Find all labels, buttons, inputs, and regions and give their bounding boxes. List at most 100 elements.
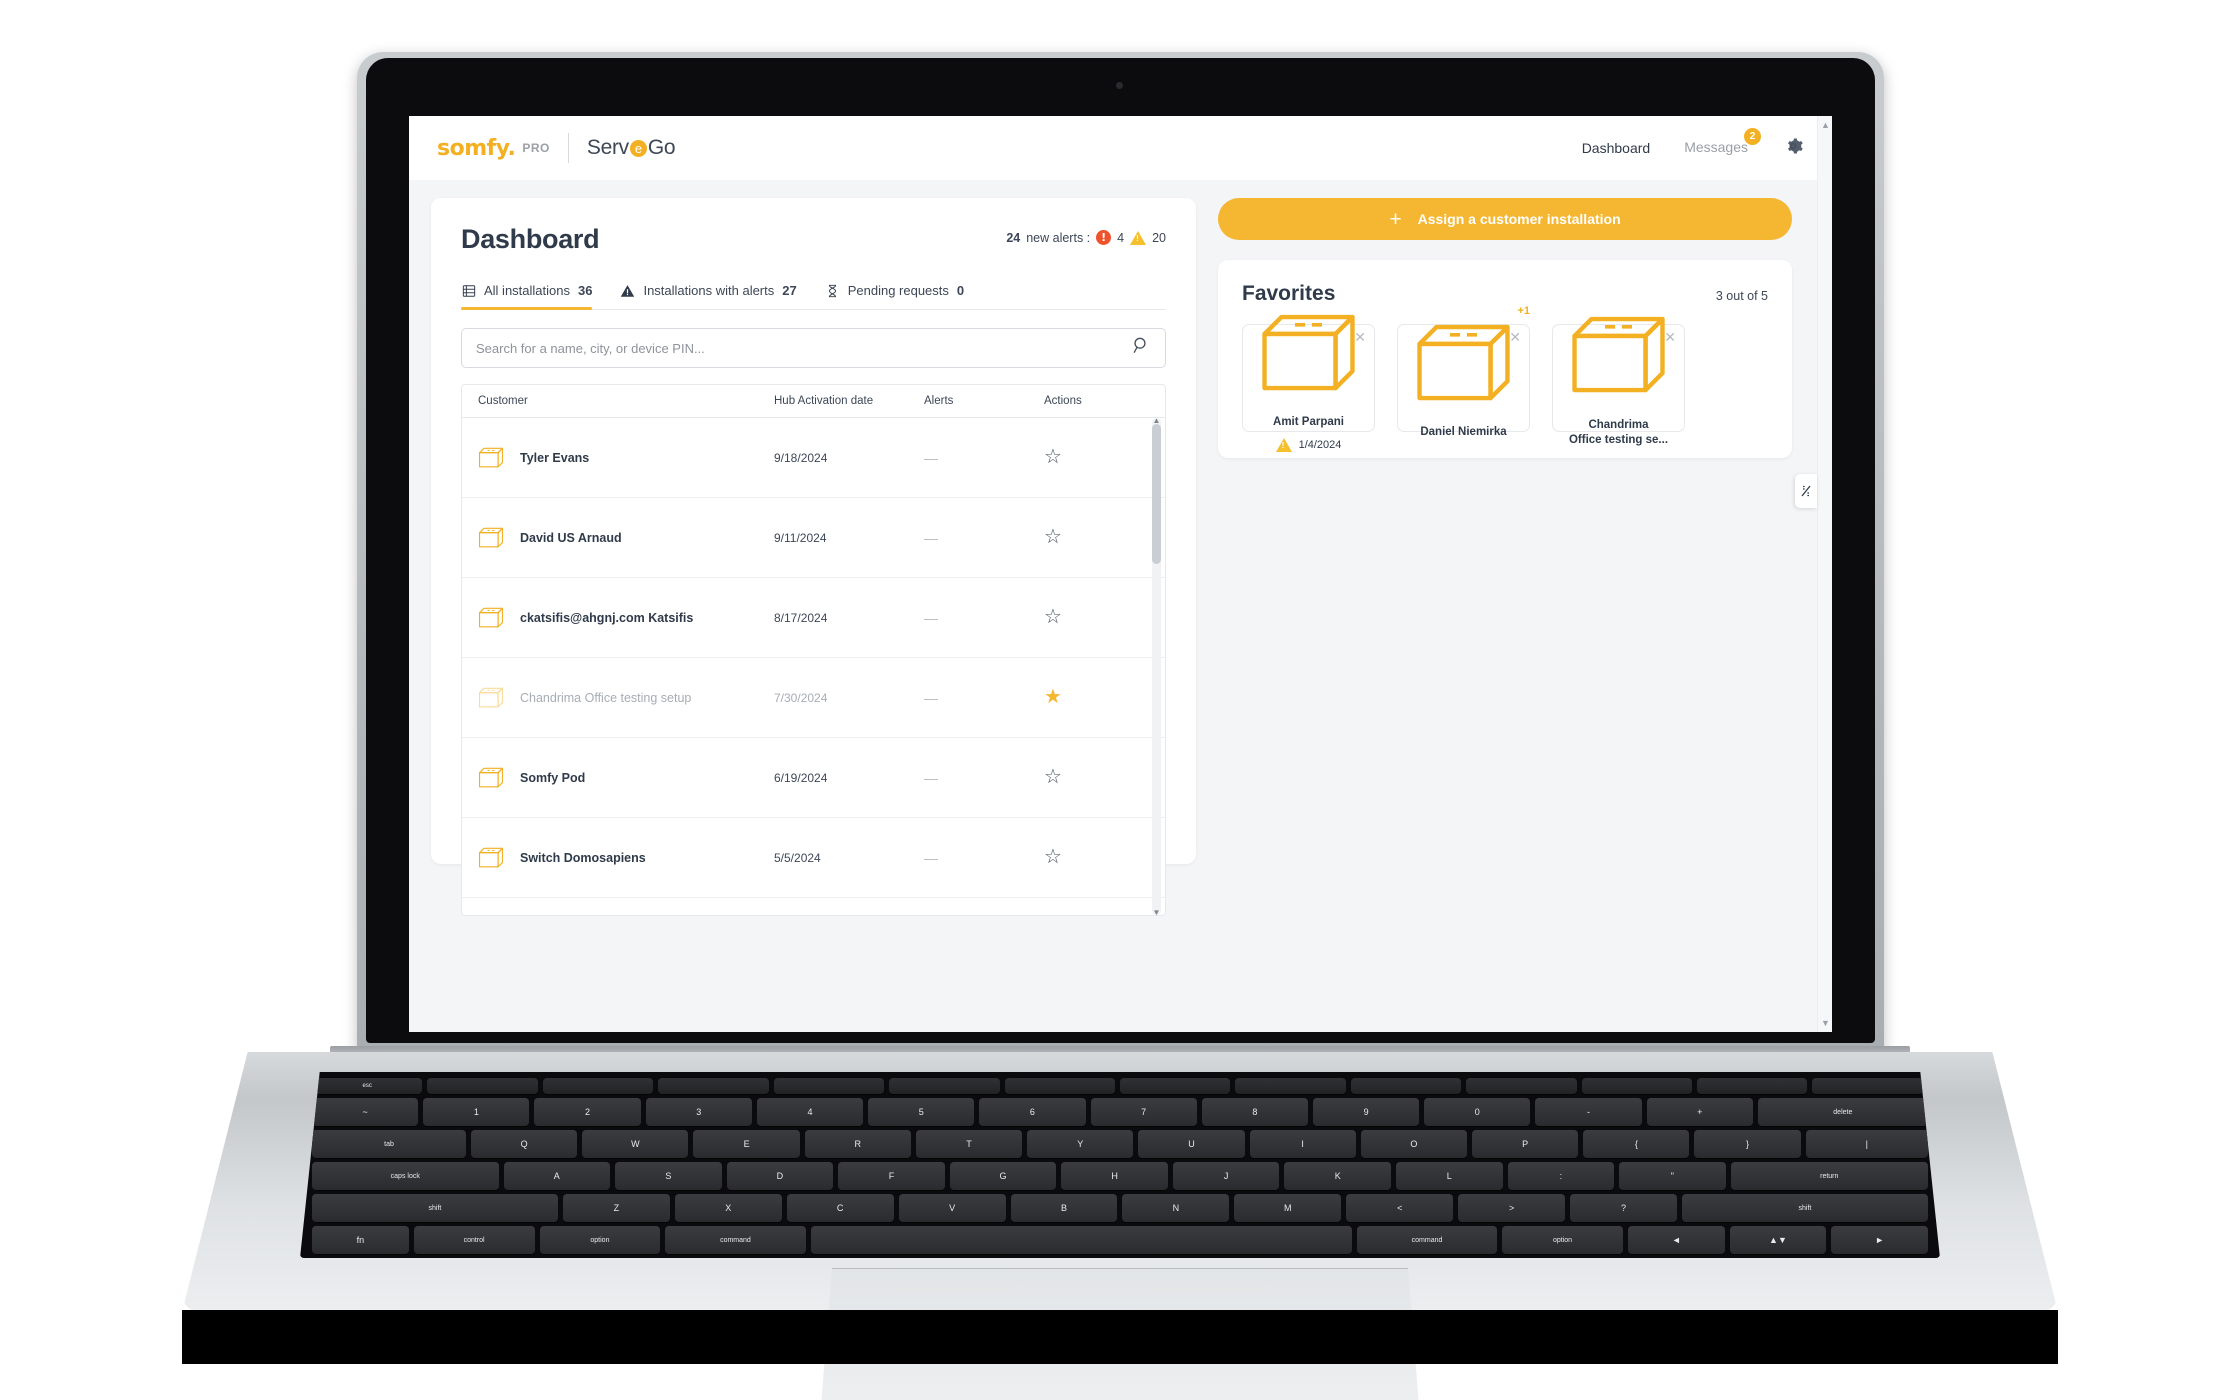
favorites-count: 3 out of 5 bbox=[1715, 289, 1768, 303]
gear-icon[interactable] bbox=[1782, 135, 1804, 162]
servego-pre: Serv bbox=[586, 136, 629, 159]
row-activation-date: 9/11/2024 bbox=[774, 530, 827, 545]
row-actions: ☆ bbox=[1044, 527, 1154, 548]
search-bar[interactable] bbox=[461, 328, 1166, 368]
key-option: option bbox=[539, 1226, 661, 1254]
messages-badge: 2 bbox=[1744, 128, 1761, 145]
table-row[interactable] bbox=[462, 898, 1165, 915]
row-activation-date: 9/18/2024 bbox=[774, 450, 828, 465]
page-scroll-down-arrow-icon[interactable]: ▼ bbox=[1818, 1018, 1832, 1028]
tab-installations-with-alerts[interactable]: Installations with alerts 27 bbox=[620, 283, 797, 309]
warning-alert-icon bbox=[1130, 230, 1147, 245]
row-customer-cell: Tyler Evans bbox=[462, 444, 774, 472]
assign-button-label: Assign a customer installation bbox=[1417, 211, 1621, 227]
row-actions: ☆ bbox=[1044, 767, 1154, 788]
table-row[interactable]: Chandrima Office testing setup 7/30/2024 —… bbox=[462, 658, 1165, 738]
favorite-star-icon[interactable]: ★ bbox=[1044, 686, 1062, 708]
scroll-down-arrow-icon[interactable]: ▼ bbox=[1152, 908, 1161, 915]
key-J: J bbox=[1172, 1162, 1280, 1190]
hub-device-icon bbox=[476, 604, 506, 632]
favorite-star-icon[interactable]: ☆ bbox=[1044, 606, 1062, 628]
key-V: V bbox=[898, 1194, 1006, 1222]
hub-device-icon bbox=[476, 444, 506, 472]
table-row[interactable]: David US Arnaud 9/11/2024 — ☆ bbox=[462, 498, 1165, 578]
top-navigation: Dashboard Messages 2 bbox=[1582, 128, 1804, 162]
hub-device-icon bbox=[476, 524, 506, 552]
scroll-up-arrow-icon[interactable]: ▲ bbox=[1152, 418, 1161, 425]
tab-all-installations-label: All installations bbox=[484, 283, 570, 298]
favorites-card: Favorites 3 out of 5 ✕Amit Parpani1/4/20… bbox=[1218, 260, 1792, 458]
hub-device-icon bbox=[476, 844, 506, 872]
page-scroll-up-arrow-icon[interactable]: ▲ bbox=[1818, 120, 1832, 130]
floating-widget-tab[interactable] bbox=[1795, 474, 1817, 508]
key-control: control bbox=[413, 1226, 535, 1254]
table-row[interactable]: Somfy Pod 6/19/2024 — ☆ bbox=[462, 738, 1165, 818]
servego-app: somfy. PRO Serv e Go Dashboard Messages 2 bbox=[409, 116, 1832, 1032]
favorite-star-icon[interactable]: ☆ bbox=[1044, 846, 1062, 868]
hub-device-icon bbox=[476, 684, 506, 712]
key-S: S bbox=[615, 1162, 722, 1190]
key-P: P bbox=[1472, 1130, 1579, 1158]
key-fn bbox=[1119, 1078, 1231, 1094]
favorite-star-icon[interactable]: ☆ bbox=[1044, 526, 1062, 548]
favorite-card-name: Daniel Niemirka bbox=[1420, 426, 1507, 439]
page-title: Dashboard bbox=[461, 224, 600, 254]
key-7: 7 bbox=[1090, 1098, 1197, 1126]
table-row[interactable]: ckatsifis@ahgnj.com Katsifis 8/17/2024 — ☆ bbox=[462, 578, 1165, 658]
alerts-summary: 24 new alerts : ! 4 20 bbox=[1006, 224, 1166, 245]
favorite-card-date: 1/4/2024 bbox=[1298, 438, 1342, 451]
row-customer-cell: Somfy Pod bbox=[462, 764, 774, 792]
nav-messages[interactable]: Messages bbox=[1684, 139, 1748, 155]
favorite-card[interactable]: ✕ Chandrima Office testing se... bbox=[1552, 317, 1685, 446]
tab-pending-requests[interactable]: Pending requests 0 bbox=[825, 283, 964, 309]
key-1: 1 bbox=[423, 1098, 530, 1126]
key-O: O bbox=[1360, 1130, 1467, 1158]
table-scrollbar[interactable]: ▲ ▼ bbox=[1152, 418, 1161, 915]
tab-all-installations-count: 36 bbox=[578, 283, 593, 298]
hourglass-icon bbox=[825, 283, 840, 298]
key-fn bbox=[1812, 1078, 1923, 1094]
key-:: : bbox=[1507, 1162, 1615, 1190]
key-command: command bbox=[1356, 1226, 1498, 1254]
key-fn bbox=[1350, 1078, 1462, 1094]
key-return: return bbox=[1730, 1162, 1928, 1190]
favorite-star-icon[interactable]: ☆ bbox=[1044, 766, 1062, 788]
search-input[interactable] bbox=[476, 340, 1132, 356]
critical-alert-count: 4 bbox=[1117, 230, 1125, 245]
favorite-card[interactable]: ✕ +1 Daniel Niemirka bbox=[1397, 305, 1530, 438]
assign-customer-installation-button[interactable]: + Assign a customer installation bbox=[1218, 198, 1792, 240]
column-header-customer: Customer bbox=[478, 395, 528, 407]
favorite-hub-wrap bbox=[1561, 303, 1676, 409]
card-header: Dashboard 24 new alerts : ! 4 20 bbox=[461, 224, 1166, 255]
key-D: D bbox=[726, 1162, 834, 1190]
key-fn bbox=[427, 1078, 538, 1094]
favorite-card[interactable]: ✕Amit Parpani1/4/2024 bbox=[1242, 314, 1375, 452]
key-N: N bbox=[1122, 1194, 1230, 1222]
tab-pending-requests-count: 0 bbox=[956, 283, 965, 298]
favorite-star-icon[interactable]: ☆ bbox=[1044, 446, 1062, 468]
favorite-hub-wrap bbox=[1251, 301, 1366, 407]
row-activation-date: 6/19/2024 bbox=[774, 770, 828, 785]
row-actions: ☆ bbox=[1044, 847, 1154, 868]
page-scrollbar[interactable]: ▲ ▼ bbox=[1817, 116, 1832, 1032]
laptop-screen: somfy. PRO Serv e Go Dashboard Messages 2 bbox=[409, 116, 1832, 1032]
table-row[interactable]: Switch Domosapiens 5/5/2024 — ☆ bbox=[462, 818, 1165, 898]
installations-table: Customer Hub Activation date Alerts Acti… bbox=[461, 384, 1166, 916]
tab-all-installations[interactable]: All installations 36 bbox=[461, 283, 593, 310]
key-<: < bbox=[1346, 1194, 1454, 1222]
right-panel: + Assign a customer installation Favorit… bbox=[1218, 198, 1792, 1032]
key-4: 4 bbox=[756, 1098, 864, 1126]
key-I: I bbox=[1249, 1130, 1356, 1158]
key-L: L bbox=[1396, 1162, 1503, 1190]
key-}: } bbox=[1694, 1130, 1801, 1158]
row-alerts: — bbox=[924, 529, 938, 546]
search-icon[interactable] bbox=[1132, 336, 1151, 360]
table-row[interactable]: Tyler Evans 9/18/2024 — ☆ bbox=[462, 418, 1165, 498]
brand-logo: somfy. PRO Serv e Go bbox=[437, 133, 676, 163]
key-fn bbox=[773, 1078, 885, 1094]
table-scrollbar-thumb[interactable] bbox=[1152, 424, 1161, 564]
key-R: R bbox=[804, 1130, 911, 1158]
key-~: ~ bbox=[312, 1098, 419, 1126]
nav-dashboard[interactable]: Dashboard bbox=[1582, 140, 1651, 156]
brand-divider bbox=[567, 133, 569, 163]
